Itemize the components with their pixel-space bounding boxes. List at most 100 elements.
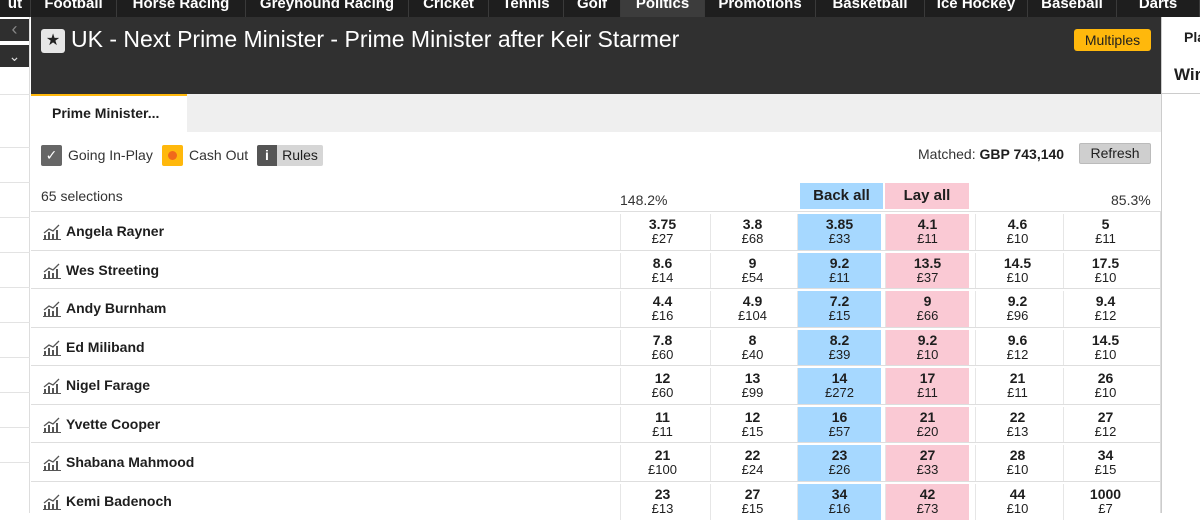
runner-name[interactable]: Nigel Farage	[66, 377, 150, 393]
back-price-best-cell[interactable]: 7.2 £15	[797, 291, 881, 327]
nav-tab-promotions[interactable]: Promotions	[705, 0, 816, 17]
lay-price-3-cell[interactable]: 27 £12	[1063, 406, 1147, 443]
lay-price-2-cell[interactable]: 14.5 £10	[975, 252, 1059, 289]
back-price-2-cell[interactable]: 22 £24	[710, 445, 794, 481]
nav-tab-horse-racing[interactable]: Horse Racing	[117, 0, 246, 17]
back-price-2-cell[interactable]: 9 £54	[710, 252, 794, 289]
lay-price-2-cell[interactable]: 4.6 £10	[975, 214, 1059, 250]
runner-name[interactable]: Wes Streeting	[66, 262, 159, 278]
back-price-3-cell[interactable]: 8.6 £14	[620, 252, 704, 289]
back-price-2-cell[interactable]: 8 £40	[710, 329, 794, 366]
nav-tab-tennis[interactable]: Tennis	[489, 0, 564, 17]
back-price-3-cell[interactable]: 3.75 £27	[620, 214, 704, 250]
lay-price-3-cell[interactable]: 14.5 £10	[1063, 329, 1147, 366]
back-all-button[interactable]: Back all	[800, 183, 883, 209]
nav-tab-politics[interactable]: Politics	[621, 0, 705, 17]
chart-icon[interactable]	[43, 455, 61, 471]
stake-amount: £66	[916, 308, 939, 323]
chevron-left-icon[interactable]: ‹	[0, 19, 29, 41]
runner-name[interactable]: Kemi Badenoch	[66, 493, 172, 509]
info-icon[interactable]: i	[257, 145, 277, 166]
nav-tab-golf[interactable]: Golf	[564, 0, 621, 17]
lay-price-3-cell[interactable]: 34 £15	[1063, 445, 1147, 481]
stake-amount: £100	[648, 462, 677, 477]
nav-tab-baseball[interactable]: Baseball	[1028, 0, 1117, 17]
lay-price-3-cell[interactable]: 26 £10	[1063, 368, 1147, 404]
back-price-best-cell[interactable]: 16 £57	[797, 406, 881, 443]
rules-button[interactable]: Rules	[277, 145, 323, 166]
nav-tab-cricket[interactable]: Cricket	[409, 0, 489, 17]
lay-price-best-cell[interactable]: 27 £33	[885, 445, 969, 481]
chart-icon[interactable]	[43, 494, 61, 510]
chart-icon[interactable]	[43, 263, 61, 279]
divider	[0, 462, 30, 463]
chart-icon[interactable]	[43, 378, 61, 394]
stake-amount: £13	[1006, 423, 1029, 439]
lay-price-best-cell[interactable]: 21 £20	[885, 406, 969, 443]
back-price-3-cell[interactable]: 12 £60	[620, 368, 704, 404]
lay-all-button[interactable]: Lay all	[885, 183, 969, 209]
nav-tab-darts[interactable]: Darts	[1117, 0, 1200, 17]
stake-amount: £39	[828, 346, 851, 362]
lay-price-best-cell[interactable]: 17 £11	[885, 368, 969, 404]
back-price-best-cell[interactable]: 9.2 £11	[797, 252, 881, 289]
chart-icon[interactable]	[43, 224, 61, 240]
back-price-best-cell[interactable]: 23 £26	[797, 445, 881, 481]
lay-price-best-cell[interactable]: 9 £66	[885, 291, 969, 327]
back-price-best-cell[interactable]: 14 £272	[797, 368, 881, 404]
back-price-3-cell[interactable]: 11 £11	[620, 406, 704, 443]
lay-price-2-cell[interactable]: 9.6 £12	[975, 329, 1059, 366]
back-price-3-cell[interactable]: 7.8 £60	[620, 329, 704, 366]
back-price-2-cell[interactable]: 4.9 £104	[710, 291, 794, 327]
back-price-best-cell[interactable]: 34 £16	[797, 483, 881, 520]
chart-icon[interactable]	[43, 417, 61, 433]
stake-amount: £10	[1006, 231, 1029, 246]
runner-name[interactable]: Angela Rayner	[66, 223, 164, 239]
nav-tab-football[interactable]: Football	[31, 0, 117, 17]
multiples-button[interactable]: Multiples	[1074, 29, 1151, 51]
going-inplay-checkbox[interactable]: ✓	[41, 145, 62, 166]
runner-name[interactable]: Yvette Cooper	[66, 416, 160, 432]
lay-price-3-cell[interactable]: 1000 £7	[1063, 483, 1147, 520]
lay-price-best-cell[interactable]: 9.2 £10	[885, 329, 969, 366]
back-price-2-cell[interactable]: 12 £15	[710, 406, 794, 443]
nav-tab-ice-hockey[interactable]: Ice Hockey	[925, 0, 1028, 17]
lay-price-2-cell[interactable]: 21 £11	[975, 368, 1059, 404]
lay-price-2-cell[interactable]: 28 £10	[975, 445, 1059, 481]
lay-price-3-cell[interactable]: 17.5 £10	[1063, 252, 1147, 289]
star-icon[interactable]: ★	[41, 29, 65, 53]
stake-amount: £57	[828, 423, 851, 439]
odds-value: 23	[654, 485, 671, 502]
nav-tab-basketball[interactable]: Basketball	[816, 0, 925, 17]
lay-price-best-cell[interactable]: 4.1 £11	[885, 214, 969, 250]
lay-price-2-cell[interactable]: 9.2 £96	[975, 291, 1059, 327]
lay-price-best-cell[interactable]: 13.5 £37	[885, 252, 969, 289]
back-price-3-cell[interactable]: 21 £100	[620, 445, 704, 481]
runner-name[interactable]: Shabana Mahmood	[66, 454, 194, 470]
back-price-2-cell[interactable]: 27 £15	[710, 483, 794, 520]
place-bets-tab[interactable]: Pla	[1184, 29, 1200, 45]
lay-price-best-cell[interactable]: 42 £73	[885, 483, 969, 520]
lay-price-3-cell[interactable]: 9.4 £12	[1063, 291, 1147, 327]
stake-amount: £24	[741, 462, 764, 477]
back-price-2-cell[interactable]: 13 £99	[710, 368, 794, 404]
lay-price-3-cell[interactable]: 5 £11	[1063, 214, 1147, 250]
odds-value: 42	[919, 485, 936, 502]
odds-value: 28	[1009, 447, 1026, 463]
back-price-best-cell[interactable]: 8.2 £39	[797, 329, 881, 366]
lay-price-2-cell[interactable]: 44 £10	[975, 483, 1059, 520]
runner-name[interactable]: Ed Miliband	[66, 339, 145, 355]
refresh-button[interactable]: Refresh	[1079, 143, 1151, 164]
back-price-best-cell[interactable]: 3.85 £33	[797, 214, 881, 250]
back-price-3-cell[interactable]: 23 £13	[620, 483, 704, 520]
chart-icon[interactable]	[43, 301, 61, 317]
chart-icon[interactable]	[43, 340, 61, 356]
lay-price-2-cell[interactable]: 22 £13	[975, 406, 1059, 443]
back-price-3-cell[interactable]: 4.4 £16	[620, 291, 704, 327]
chevron-down-icon[interactable]: ⌄	[0, 45, 29, 67]
back-price-2-cell[interactable]: 3.8 £68	[710, 214, 794, 250]
nav-tab-greyhound-racing[interactable]: Greyhound Racing	[246, 0, 409, 17]
runner-name[interactable]: Andy Burnham	[66, 300, 166, 316]
tab-prime-minister[interactable]: Prime Minister...	[31, 94, 187, 132]
nav-tab-truncated[interactable]: ut	[0, 0, 31, 17]
